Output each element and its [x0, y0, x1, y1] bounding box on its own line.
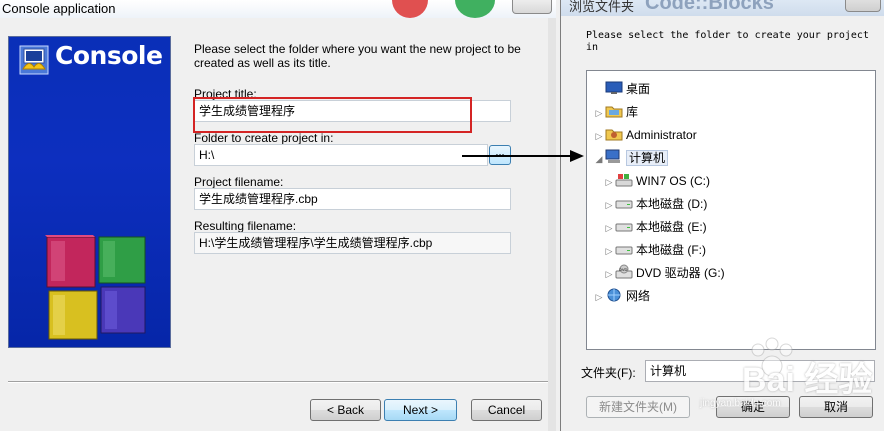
wizard-separator — [8, 381, 548, 383]
tree-item[interactable]: ◢ 计算机 — [593, 148, 669, 169]
expand-arrow-icon[interactable]: ▷ — [593, 103, 605, 123]
tree-item-label: 计算机 — [626, 150, 669, 166]
new-folder-button[interactable]: 新建文件夹(M) — [586, 396, 690, 418]
project-filename-input[interactable]: 学生成绩管理程序.cbp — [194, 188, 511, 210]
connector-arrow-icon — [462, 150, 584, 162]
tree-item[interactable]: ▷ 库 — [593, 102, 638, 122]
browse-folder-dialog: 浏览文件夹 Code::Blocks Please select the fol… — [560, 0, 884, 431]
resulting-filename-label: Resulting filename: — [194, 219, 297, 233]
codeblocks-logo-icon — [19, 45, 49, 75]
expand-arrow-icon[interactable]: ▷ — [603, 172, 615, 192]
tree-item-label: 本地磁盘 (E:) — [636, 220, 707, 234]
tree-item-label: 库 — [626, 105, 639, 119]
tree-item[interactable]: ▷ 本地磁盘 (E:) — [603, 217, 707, 237]
cubes-logo-icon — [45, 235, 146, 340]
dialog-folder-input[interactable]: 计算机 — [645, 360, 875, 382]
cancel-button[interactable]: Cancel — [471, 399, 542, 421]
dialog-title-bar: 浏览文件夹 Code::Blocks — [561, 0, 884, 16]
wizard-title-bar: Console application — [0, 0, 556, 18]
ok-button[interactable]: 确定 — [716, 396, 790, 418]
tree-item-label: 本地磁盘 (F:) — [636, 243, 706, 257]
dialog-prompt: Please select the folder to create your … — [586, 30, 869, 53]
expand-arrow-icon[interactable]: ▷ — [603, 218, 615, 238]
dialog-background-text: Code::Blocks — [645, 0, 774, 14]
dialog-cancel-button[interactable]: 取消 — [799, 396, 873, 418]
next-button[interactable]: Next > — [384, 399, 457, 421]
folder-input[interactable]: H:\ — [194, 144, 488, 166]
project-title-highlight — [193, 97, 472, 133]
expand-arrow-icon[interactable]: ▷ — [593, 126, 605, 146]
tree-item-label: 桌面 — [626, 82, 651, 96]
wizard-edge — [548, 18, 556, 431]
dialog-folder-label: 文件夹(F): — [581, 366, 636, 380]
tree-item-label: 本地磁盘 (D:) — [636, 197, 708, 211]
tree-item[interactable]: ▷ 本地磁盘 (D:) — [603, 194, 708, 215]
desktop-icon — [605, 80, 623, 96]
project-filename-label: Project filename: — [194, 175, 284, 189]
tree-item-label: DVD 驱动器 (G:) — [636, 266, 725, 280]
wizard-close-button[interactable] — [512, 0, 552, 14]
tree-item-label: WIN7 OS (C:) — [636, 174, 710, 188]
tree-item[interactable]: ▷ WIN7 OS (C:) — [603, 171, 710, 191]
wizard-intro-text: Please select the folder where you want … — [194, 42, 521, 70]
banner-title: Console — [55, 41, 163, 70]
svg-text:DVD: DVD — [619, 267, 628, 272]
back-button[interactable]: < Back — [310, 399, 381, 421]
folder-label: Folder to create project in: — [194, 131, 334, 145]
tree-item[interactable]: ▷ Administrator — [593, 125, 697, 145]
expand-arrow-icon[interactable]: ▷ — [593, 287, 605, 307]
network-icon — [605, 287, 623, 303]
drive-icon — [615, 195, 633, 211]
system-drive-icon — [615, 172, 633, 188]
expand-arrow-icon[interactable]: ◢ — [593, 149, 605, 169]
dialog-close-button[interactable] — [845, 0, 881, 12]
tree-item[interactable]: ▷ 本地磁盘 (F:) — [603, 240, 706, 260]
tree-item[interactable]: 桌面 — [593, 79, 650, 99]
dialog-title: 浏览文件夹 — [569, 0, 635, 14]
tree-item[interactable]: ▷ 网络 — [593, 286, 650, 306]
drive-icon — [615, 241, 633, 257]
resulting-filename-field: H:\学生成绩管理程序\学生成绩管理程序.cbp — [194, 232, 511, 254]
console-wizard-window: Console application Console Please selec… — [0, 0, 556, 431]
tree-item[interactable]: ▷ DVD DVD 驱动器 (G:) — [603, 263, 725, 283]
wizard-title: Console application — [2, 1, 116, 16]
folder-tree[interactable]: 桌面 ▷ 库 ▷ Administrator ◢ 计算机 ▷ WIN7 OS (C:) ▷ 本地磁盘… — [586, 70, 876, 350]
drive-icon — [615, 218, 633, 234]
computer-icon — [605, 149, 623, 165]
expand-arrow-icon[interactable]: ▷ — [603, 241, 615, 261]
expand-arrow-icon[interactable]: ▷ — [603, 264, 615, 284]
user-folder-icon — [605, 126, 623, 142]
expand-arrow-icon[interactable]: ▷ — [603, 195, 615, 215]
tree-item-label: Administrator — [626, 128, 697, 142]
dvd-drive-icon: DVD — [615, 264, 633, 280]
library-icon — [605, 103, 623, 119]
wizard-banner: Console — [8, 36, 171, 348]
tree-item-label: 网络 — [626, 289, 651, 303]
